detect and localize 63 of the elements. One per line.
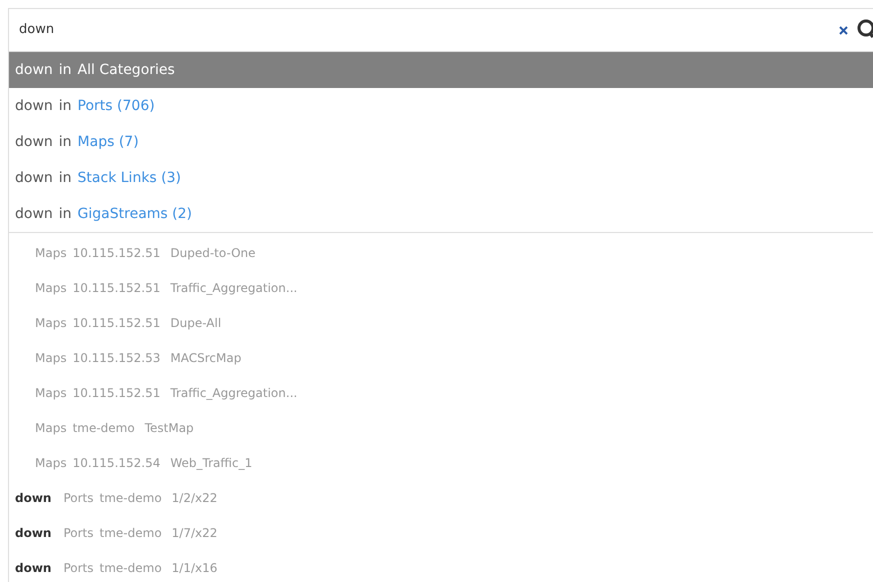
result-item[interactable]: down Ports tme-demo 1/1/x16 [9, 550, 873, 582]
result-item[interactable]: Maps 10.115.152.51 Traffic_Aggregation... [9, 375, 873, 410]
item-name: 1/2/x22 [172, 490, 218, 506]
query-text: down [15, 96, 53, 116]
item-name: Duped-to-One [170, 244, 256, 262]
result-item[interactable]: Maps 10.115.152.51 Duped-to-One [9, 235, 873, 270]
status-text: down [15, 524, 52, 542]
host-label: 10.115.152.51 [72, 280, 160, 296]
host-label: 10.115.152.53 [72, 350, 160, 366]
item-name: Web_Traffic_1 [170, 454, 252, 472]
item-name: Traffic_Aggregation... [170, 384, 298, 402]
category-label: Ports [63, 560, 94, 576]
category-label: Maps [35, 350, 67, 366]
query-text: down [15, 132, 53, 152]
result-item[interactable]: Maps 10.115.152.51 Dupe-All [9, 305, 873, 340]
connector-text: in [58, 96, 72, 116]
result-item[interactable]: down Ports tme-demo 1/7/x22 [9, 515, 873, 550]
category-link[interactable]: All Categories [78, 60, 175, 80]
item-name: MACSrcMap [170, 350, 242, 366]
status-text: down [15, 560, 52, 576]
host-label: 10.115.152.54 [72, 454, 160, 472]
host-label: tme-demo [72, 420, 135, 436]
category-label: Maps [35, 280, 67, 296]
search-field[interactable]: down [9, 8, 873, 52]
status-text: down [15, 490, 52, 506]
query-text: down [15, 60, 53, 80]
search-input[interactable]: down [19, 20, 839, 40]
connector-text: in [58, 168, 72, 188]
connector-text: in [58, 132, 72, 152]
category-label: Maps [35, 454, 67, 472]
connector-text: in [58, 204, 72, 224]
category-label: Maps [35, 314, 67, 332]
category-link[interactable]: Stack Links (3) [78, 168, 182, 188]
query-text: down [15, 168, 53, 188]
category-label: Maps [35, 420, 67, 436]
connector-text: in [58, 60, 72, 80]
category-link[interactable]: Ports (706) [78, 96, 155, 116]
host-label: 10.115.152.51 [72, 384, 160, 402]
item-name: Traffic_Aggregation... [170, 280, 298, 296]
result-item[interactable]: down Ports tme-demo 1/2/x22 [9, 480, 873, 515]
item-name: Dupe-All [170, 314, 222, 332]
host-label: tme-demo [100, 560, 162, 576]
close-icon[interactable] [839, 26, 848, 34]
host-label: 10.115.152.51 [72, 314, 160, 332]
result-item[interactable]: Maps 10.115.152.53 MACSrcMap [9, 340, 873, 375]
category-label: Ports [63, 524, 94, 542]
search-icon[interactable] [856, 19, 873, 41]
query-text: down [15, 204, 53, 224]
result-item[interactable]: Maps tme-demo TestMap [9, 410, 873, 445]
item-name: TestMap [144, 420, 194, 436]
host-label: 10.115.152.51 [72, 244, 160, 262]
category-label: Ports [63, 490, 94, 506]
category-label: Maps [35, 384, 67, 402]
host-label: tme-demo [100, 524, 162, 542]
category-link[interactable]: GigaStreams (2) [78, 204, 192, 224]
item-name: 1/1/x16 [172, 560, 218, 576]
suggestion-item[interactable]: down in All Categories [9, 52, 873, 88]
category-link[interactable]: Maps (7) [78, 132, 139, 152]
result-item[interactable]: Maps 10.115.152.54 Web_Traffic_1 [9, 445, 873, 480]
host-label: tme-demo [100, 490, 162, 506]
category-label: Maps [35, 244, 67, 262]
item-name: 1/7/x22 [172, 524, 218, 542]
result-item[interactable]: Maps 10.115.152.51 Traffic_Aggregation... [9, 270, 873, 305]
